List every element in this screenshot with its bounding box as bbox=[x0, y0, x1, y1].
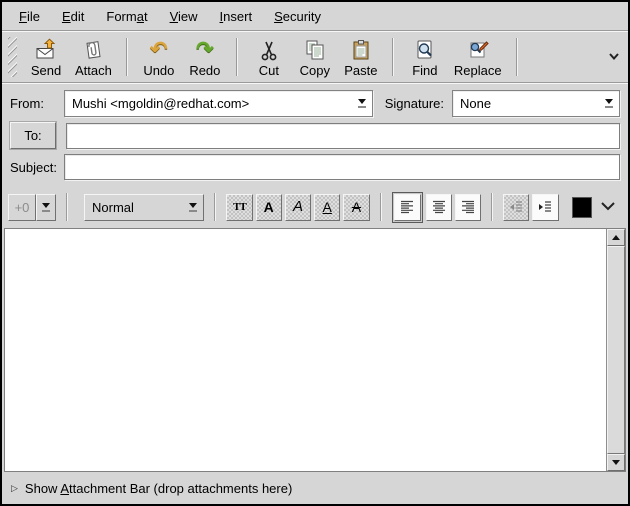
attach-icon bbox=[81, 37, 105, 63]
chevron-down-icon bbox=[599, 91, 619, 116]
indent-icon bbox=[536, 198, 554, 216]
from-select[interactable]: Mushi <mgoldin@redhat.com> bbox=[64, 90, 373, 117]
undo-button[interactable]: ↶ Undo bbox=[136, 34, 182, 80]
to-input[interactable] bbox=[66, 123, 620, 149]
toolbar-drag-handle[interactable] bbox=[8, 37, 17, 77]
attachment-bar-label: Show Attachment Bar (drop attachments he… bbox=[25, 481, 292, 496]
paste-button[interactable]: Paste bbox=[338, 34, 384, 80]
main-toolbar: Send Attach ↶ Undo ↷ Redo bbox=[2, 32, 628, 82]
format-toolbar: +0 Normal TT A A A A bbox=[2, 186, 628, 228]
italic-icon: A bbox=[293, 200, 303, 214]
find-button[interactable]: Find bbox=[402, 34, 448, 80]
mail-composer-window: File Edit Format View Insert Security Se… bbox=[0, 0, 630, 506]
paste-icon bbox=[349, 37, 373, 63]
align-right-button[interactable] bbox=[455, 194, 481, 221]
arrow-down-icon bbox=[612, 460, 620, 465]
underline-icon: A bbox=[323, 200, 332, 214]
replace-icon bbox=[466, 37, 490, 63]
font-color-swatch[interactable] bbox=[572, 197, 592, 218]
message-headers: From: Mushi <mgoldin@redhat.com> Signatu… bbox=[2, 84, 628, 186]
toolbar-overflow-chevron-icon[interactable] bbox=[606, 48, 622, 67]
format-separator bbox=[491, 193, 493, 221]
paragraph-style-combo[interactable]: Normal bbox=[84, 194, 204, 221]
copy-button[interactable]: Copy bbox=[292, 34, 338, 80]
arrow-up-icon bbox=[612, 235, 620, 240]
strikethrough-icon: A bbox=[352, 200, 361, 214]
indent-button[interactable] bbox=[532, 194, 558, 221]
signature-select[interactable]: None bbox=[452, 90, 620, 117]
scroll-down-button[interactable] bbox=[607, 454, 625, 471]
cut-icon bbox=[257, 37, 281, 63]
menu-file[interactable]: File bbox=[8, 4, 51, 29]
send-icon bbox=[34, 37, 58, 63]
typewriter-toggle-button[interactable]: TT bbox=[226, 194, 252, 221]
format-separator bbox=[214, 193, 216, 221]
undo-icon: ↶ bbox=[150, 37, 168, 63]
chevron-down-icon bbox=[352, 91, 372, 116]
menu-security[interactable]: Security bbox=[263, 4, 332, 29]
menu-format[interactable]: Format bbox=[95, 4, 158, 29]
attachment-bar-toggle[interactable]: ▷ Show Attachment Bar (drop attachments … bbox=[2, 472, 628, 504]
chevron-down-icon[interactable] bbox=[36, 194, 56, 221]
subject-row: Subject: bbox=[10, 154, 620, 180]
cut-button[interactable]: Cut bbox=[246, 34, 292, 80]
chevron-down-icon bbox=[183, 195, 203, 220]
signature-label: Signature: bbox=[385, 96, 444, 111]
send-button[interactable]: Send bbox=[23, 34, 69, 80]
menu-edit[interactable]: Edit bbox=[51, 4, 95, 29]
scrollbar-thumb[interactable] bbox=[607, 246, 625, 454]
toolbar-separator bbox=[126, 38, 128, 76]
toolbar-separator bbox=[236, 38, 238, 76]
editor-scrollbar[interactable] bbox=[606, 229, 625, 471]
from-row: From: Mushi <mgoldin@redhat.com> Signatu… bbox=[10, 90, 620, 117]
font-size-combo[interactable]: +0 bbox=[8, 194, 56, 221]
italic-toggle-button[interactable]: A bbox=[285, 194, 311, 221]
underline-toggle-button[interactable]: A bbox=[314, 194, 340, 221]
editor-area bbox=[4, 228, 626, 472]
toolbar-separator bbox=[392, 38, 394, 76]
expander-triangle-icon: ▷ bbox=[11, 484, 18, 493]
align-right-icon bbox=[459, 198, 477, 216]
align-left-icon bbox=[398, 198, 416, 216]
formatbar-overflow-chevron-icon[interactable] bbox=[598, 198, 618, 217]
menu-view[interactable]: View bbox=[159, 4, 209, 29]
replace-button[interactable]: Replace bbox=[448, 34, 508, 80]
bold-toggle-button[interactable]: A bbox=[256, 194, 282, 221]
menu-bar: File Edit Format View Insert Security bbox=[2, 2, 628, 30]
align-left-selected-frame bbox=[392, 192, 423, 223]
unindent-button[interactable] bbox=[503, 194, 529, 221]
redo-icon: ↷ bbox=[196, 37, 214, 63]
redo-button[interactable]: ↷ Redo bbox=[182, 34, 228, 80]
toolbar-separator bbox=[516, 38, 518, 76]
from-label: From: bbox=[10, 96, 62, 111]
bold-icon: A bbox=[264, 200, 274, 214]
subject-input[interactable] bbox=[64, 154, 620, 180]
find-icon bbox=[413, 37, 437, 63]
attach-button[interactable]: Attach bbox=[69, 34, 118, 80]
scroll-up-button[interactable] bbox=[607, 229, 625, 246]
align-center-icon bbox=[430, 198, 448, 216]
align-center-button[interactable] bbox=[426, 194, 452, 221]
to-button[interactable]: To: bbox=[10, 122, 56, 149]
menu-insert[interactable]: Insert bbox=[209, 4, 264, 29]
strikethrough-toggle-button[interactable]: A bbox=[343, 194, 369, 221]
paragraph-style-value: Normal bbox=[85, 200, 183, 215]
font-size-value: +0 bbox=[8, 194, 36, 221]
typewriter-icon: TT bbox=[233, 200, 246, 214]
unindent-icon bbox=[507, 198, 525, 216]
format-separator bbox=[380, 193, 382, 221]
to-row: To: bbox=[10, 122, 620, 149]
subject-label: Subject: bbox=[10, 160, 64, 175]
copy-icon bbox=[303, 37, 327, 63]
message-body-editor[interactable] bbox=[5, 229, 606, 471]
format-separator bbox=[66, 193, 68, 221]
align-left-button[interactable] bbox=[394, 194, 421, 221]
